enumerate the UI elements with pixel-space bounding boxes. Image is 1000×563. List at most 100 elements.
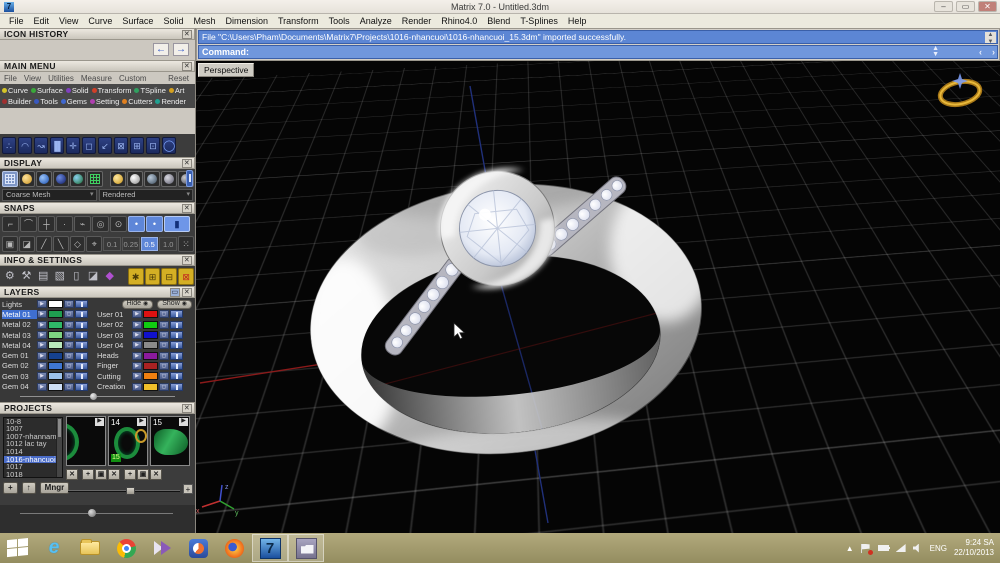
- command-next-icon[interactable]: ›: [992, 46, 995, 58]
- project-item[interactable]: 1014: [4, 448, 62, 456]
- taskbar-firefox[interactable]: [216, 534, 252, 562]
- box-object-icon[interactable]: ▧: [52, 268, 68, 285]
- mirror-tool-icon[interactable]: ⊞: [130, 137, 144, 154]
- layer-row-creation[interactable]: Creation ▶ ◻: [97, 381, 192, 391]
- menu-surface[interactable]: Surface: [117, 16, 158, 26]
- layer-lock-icon[interactable]: ◻: [159, 341, 169, 349]
- points-tool-icon[interactable]: ∴: [2, 137, 16, 154]
- snap-mid-icon[interactable]: ·: [56, 216, 73, 232]
- layers-close-icon[interactable]: ✕: [182, 288, 192, 297]
- info-settings-header[interactable]: INFO & SETTINGS ✕: [0, 254, 195, 266]
- layer-lock-icon[interactable]: ◻: [159, 362, 169, 370]
- menu-analyze[interactable]: Analyze: [355, 16, 397, 26]
- project-up-button[interactable]: ↑: [22, 482, 36, 494]
- thumb-camera-icon[interactable]: ▣: [95, 469, 107, 480]
- layer-visibility-toggle[interactable]: [75, 310, 88, 318]
- taskbar-matrix-app[interactable]: 7: [252, 534, 288, 562]
- taskbar-internet-explorer[interactable]: e: [36, 534, 72, 562]
- menu-view[interactable]: View: [54, 16, 83, 26]
- taskbar-file-explorer[interactable]: [72, 534, 108, 562]
- project-item[interactable]: 1018: [4, 471, 62, 479]
- snap-end-icon[interactable]: ⌐: [2, 216, 19, 232]
- snap-perp-icon[interactable]: ⊙: [110, 216, 127, 232]
- tray-expand-icon[interactable]: ▲: [846, 544, 854, 553]
- project-item[interactable]: 1007-nhannam: [4, 433, 62, 441]
- layers-slider[interactable]: [2, 392, 193, 401]
- thumbnail-play-icon[interactable]: ▶: [179, 418, 188, 426]
- snaps-close-icon[interactable]: ✕: [182, 204, 192, 213]
- projects-slider[interactable]: [68, 486, 180, 496]
- category-gems[interactable]: Gems: [61, 97, 87, 106]
- layers-minimize-icon[interactable]: ▭: [170, 288, 180, 297]
- display-slider[interactable]: [186, 170, 193, 187]
- mesh-object-icon[interactable]: ▤: [35, 268, 51, 285]
- main-menu-header[interactable]: MAIN MENU ✕: [0, 60, 195, 72]
- options-wrench-icon[interactable]: ⚒: [19, 268, 35, 285]
- thumb-delete-icon[interactable]: ✕: [150, 469, 162, 480]
- layer-visibility-toggle[interactable]: [170, 383, 183, 391]
- array-tool-icon[interactable]: ⊡: [146, 137, 160, 154]
- category-cutters[interactable]: Cutters: [122, 97, 152, 106]
- layer-color-swatch[interactable]: [143, 321, 158, 329]
- curve-tool-icon[interactable]: ↝: [34, 137, 48, 154]
- layer-lock-icon[interactable]: ◻: [64, 300, 74, 308]
- increment-0.5[interactable]: 0.5: [141, 237, 159, 251]
- projects-list[interactable]: 10-8 1007 1007-nhannam 1012 lac tay 1014…: [3, 417, 63, 478]
- command-input-line[interactable]: Command: ▲▼ ‹ ›: [198, 45, 998, 59]
- menu-rhino[interactable]: Rhino4.0: [436, 16, 482, 26]
- projects-close-icon[interactable]: ✕: [182, 404, 192, 413]
- osnap-icon[interactable]: ╲: [53, 236, 69, 252]
- projects-header[interactable]: PROJECTS ✕: [0, 402, 195, 414]
- viewport-tab-perspective[interactable]: Perspective: [198, 63, 254, 77]
- menu-blend[interactable]: Blend: [482, 16, 515, 26]
- close-button[interactable]: ✕: [978, 1, 997, 12]
- increment-1.0[interactable]: 1.0: [159, 237, 177, 251]
- snap-point-icon[interactable]: ┼: [38, 216, 55, 232]
- mm-tab-utilities[interactable]: Utilities: [48, 74, 74, 83]
- show-button[interactable]: Show◉: [157, 300, 192, 309]
- layer-arrow-icon[interactable]: ▶: [37, 362, 47, 370]
- layer-row-metal04[interactable]: Metal 04 ▶ ◻: [2, 340, 97, 350]
- thumb-delete-icon[interactable]: ✕: [108, 469, 120, 480]
- category-transform[interactable]: Transform: [92, 86, 132, 95]
- layer-arrow-icon[interactable]: ▶: [37, 352, 47, 360]
- layer-lock-icon[interactable]: ◻: [64, 341, 74, 349]
- circle-tool-icon[interactable]: ◯: [162, 137, 176, 154]
- main-menu-close-icon[interactable]: ✕: [182, 62, 192, 71]
- ortho-icon[interactable]: ◪: [19, 236, 35, 252]
- minimize-button[interactable]: –: [934, 1, 953, 12]
- menu-edit[interactable]: Edit: [29, 16, 55, 26]
- snap-int-icon[interactable]: ◎: [92, 216, 109, 232]
- layer-arrow-icon[interactable]: ▶: [132, 341, 142, 349]
- snap-near-icon[interactable]: ⌒: [20, 216, 37, 232]
- snap-cen-icon[interactable]: ⌁: [74, 216, 91, 232]
- move-tool-icon[interactable]: ✛: [66, 137, 80, 154]
- layer-color-swatch[interactable]: [48, 341, 63, 349]
- arc-tool-icon[interactable]: ◠: [18, 137, 32, 154]
- layer-row-heads[interactable]: Heads ▶ ◻: [97, 350, 192, 360]
- project-item[interactable]: 1012 lac tay: [4, 440, 62, 448]
- layer-row-metal02[interactable]: Metal 02 ▶ ◻: [2, 320, 97, 330]
- layer-arrow-icon[interactable]: ▶: [37, 331, 47, 339]
- layer-visibility-toggle[interactable]: [75, 372, 88, 380]
- display-mode-rendered-icon[interactable]: [53, 171, 69, 187]
- purge-icon[interactable]: ⊠: [178, 268, 194, 285]
- category-builder[interactable]: Builder: [2, 97, 31, 106]
- menu-tsplines[interactable]: T-Splines: [515, 16, 563, 26]
- layer-color-swatch[interactable]: [143, 310, 158, 318]
- layer-state-add-icon[interactable]: ⊞: [145, 268, 161, 285]
- snap-project-toggle[interactable]: ▮: [164, 216, 190, 232]
- projects-expand-icon[interactable]: +: [183, 484, 193, 494]
- smarttrack-icon[interactable]: ◇: [70, 236, 86, 252]
- category-tspline[interactable]: TSpline: [134, 86, 165, 95]
- perspective-viewport[interactable]: z x y Perspective: [196, 61, 1000, 533]
- layer-arrow-icon[interactable]: ▶: [37, 383, 47, 391]
- layer-color-swatch[interactable]: [48, 331, 63, 339]
- layer-arrow-icon[interactable]: ▶: [37, 300, 47, 308]
- project-thumbnail-3[interactable]: 15 ▶: [150, 416, 190, 466]
- menu-file[interactable]: File: [4, 16, 29, 26]
- thumb-add-icon[interactable]: +: [82, 469, 94, 480]
- layer-arrow-icon[interactable]: ▶: [132, 372, 142, 380]
- layer-arrow-icon[interactable]: ▶: [132, 383, 142, 391]
- layer-lock-icon[interactable]: ◻: [159, 352, 169, 360]
